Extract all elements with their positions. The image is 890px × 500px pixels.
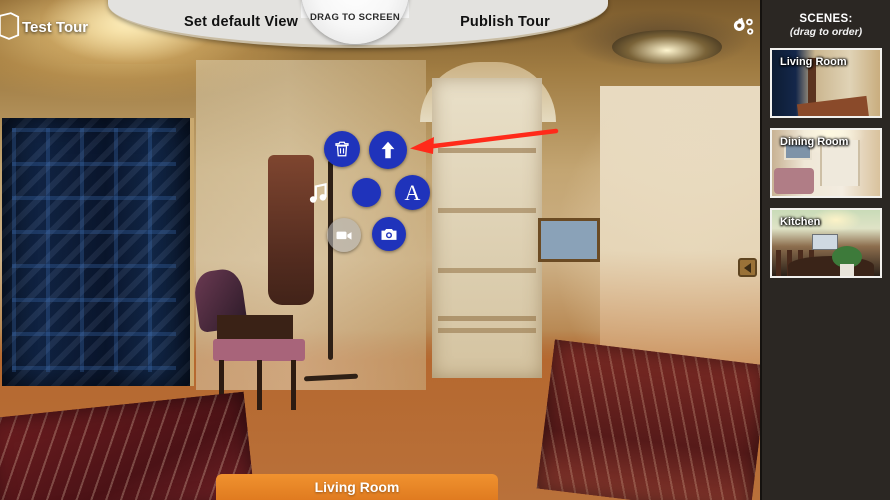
camera-icon	[381, 229, 397, 240]
photo-hotspot-button[interactable]	[372, 217, 406, 251]
scene-label: Dining Room	[780, 136, 849, 148]
delete-hotspot-button[interactable]	[324, 131, 360, 167]
letter-a-icon: A	[404, 179, 421, 205]
point-hotspot-button[interactable]	[352, 178, 381, 207]
sidebar-subtitle: (drag to order)	[789, 26, 863, 38]
front-door	[2, 118, 194, 386]
set-default-view-button[interactable]: Set default View	[184, 14, 298, 30]
scene-label: Kitchen	[780, 216, 821, 228]
scenes-sidebar: SCENES: (drag to order) Living Room Dini…	[760, 0, 890, 500]
tour-editor-app: A Living Room Set default View Publish T…	[0, 0, 890, 500]
video-hotspot-button[interactable]	[327, 218, 361, 252]
scene-thumbnail-list: Living Room Dining Room Kitchen	[762, 48, 890, 278]
right-hallway	[600, 86, 760, 386]
panorama-image[interactable]	[0, 0, 760, 500]
scene-label: Living Room	[780, 56, 847, 68]
arrow-up-icon	[381, 141, 395, 159]
publish-tour-button[interactable]: Publish Tour	[460, 14, 550, 30]
door-panels	[12, 128, 176, 372]
scene-thumbnail-kitchen[interactable]: Kitchen	[770, 208, 882, 278]
gears-icon[interactable]	[730, 16, 756, 42]
sidebar-title: SCENES:	[799, 13, 853, 25]
ceiling-light-fixture	[612, 30, 722, 64]
current-scene-bar[interactable]: Living Room	[216, 474, 498, 500]
collapse-left-arrow-icon	[744, 262, 751, 273]
wall-painting	[538, 218, 600, 262]
text-hotspot-button[interactable]: A	[395, 175, 430, 210]
cube-logo-icon[interactable]	[0, 12, 20, 40]
red-arrow-pointing-left	[410, 128, 559, 154]
music-note-icon	[309, 182, 327, 203]
right-runner-rug	[536, 339, 760, 500]
audio-hotspot-button[interactable]	[305, 180, 331, 211]
video-camera-icon	[336, 231, 352, 240]
trash-icon	[335, 141, 349, 157]
panorama-viewer[interactable]: A Living Room Set default View Publish T…	[0, 0, 760, 500]
current-scene-label: Living Room	[314, 479, 400, 495]
sidebar-collapse-button[interactable]	[738, 258, 757, 277]
scene-thumbnail-living-room[interactable]: Living Room	[770, 48, 882, 118]
scene-thumbnail-dining-room[interactable]: Dining Room	[770, 128, 882, 198]
tour-title: Test Tour	[22, 19, 89, 36]
